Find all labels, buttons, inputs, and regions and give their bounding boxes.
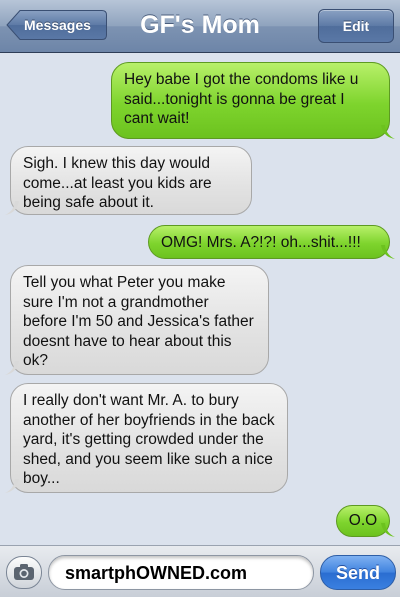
- bubble-tail-icon: [381, 245, 395, 259]
- message-input-value: smartphOWNED.com: [65, 563, 248, 583]
- camera-button[interactable]: [6, 556, 42, 589]
- outgoing-message[interactable]: Hey babe I got the condoms like u said..…: [111, 62, 395, 139]
- bubble-tail-icon: [381, 523, 395, 537]
- incoming-message[interactable]: Tell you what Peter you make sure I'm no…: [5, 265, 269, 375]
- bubble-tail-icon: [5, 361, 19, 375]
- incoming-message[interactable]: Sigh. I knew this day would come...at le…: [5, 146, 252, 215]
- message-composer: smartphOWNED.com Send: [0, 545, 400, 597]
- bubble-tail-icon: [5, 479, 19, 493]
- outgoing-message[interactable]: OMG! Mrs. A?!?! oh...shit...!!!: [148, 225, 395, 259]
- message-text: Hey babe I got the condoms like u said..…: [124, 71, 359, 127]
- navigation-bar: Messages GF's Mom Edit: [0, 0, 400, 53]
- message-text: OMG! Mrs. A?!?! oh...shit...!!!: [161, 234, 361, 251]
- message-thread[interactable]: Hey babe I got the condoms like u said..…: [0, 53, 400, 545]
- outgoing-message[interactable]: O.O: [336, 505, 395, 537]
- message-text: O.O: [348, 512, 378, 529]
- edit-button-label: Edit: [342, 18, 370, 34]
- message-text: Sigh. I knew this day would come...at le…: [23, 155, 212, 211]
- message-text: Tell you what Peter you make sure I'm no…: [23, 274, 254, 369]
- incoming-message[interactable]: I really don't want Mr. A. to bury anoth…: [5, 383, 288, 493]
- camera-icon: [14, 564, 34, 580]
- edit-button[interactable]: Edit: [318, 9, 394, 43]
- bubble-tail-icon: [5, 201, 19, 215]
- send-button[interactable]: Send: [320, 555, 396, 590]
- message-input[interactable]: smartphOWNED.com: [48, 555, 314, 590]
- bubble-tail-icon: [381, 125, 395, 139]
- send-button-label: Send: [335, 563, 380, 583]
- message-text: I really don't want Mr. A. to bury anoth…: [23, 392, 275, 487]
